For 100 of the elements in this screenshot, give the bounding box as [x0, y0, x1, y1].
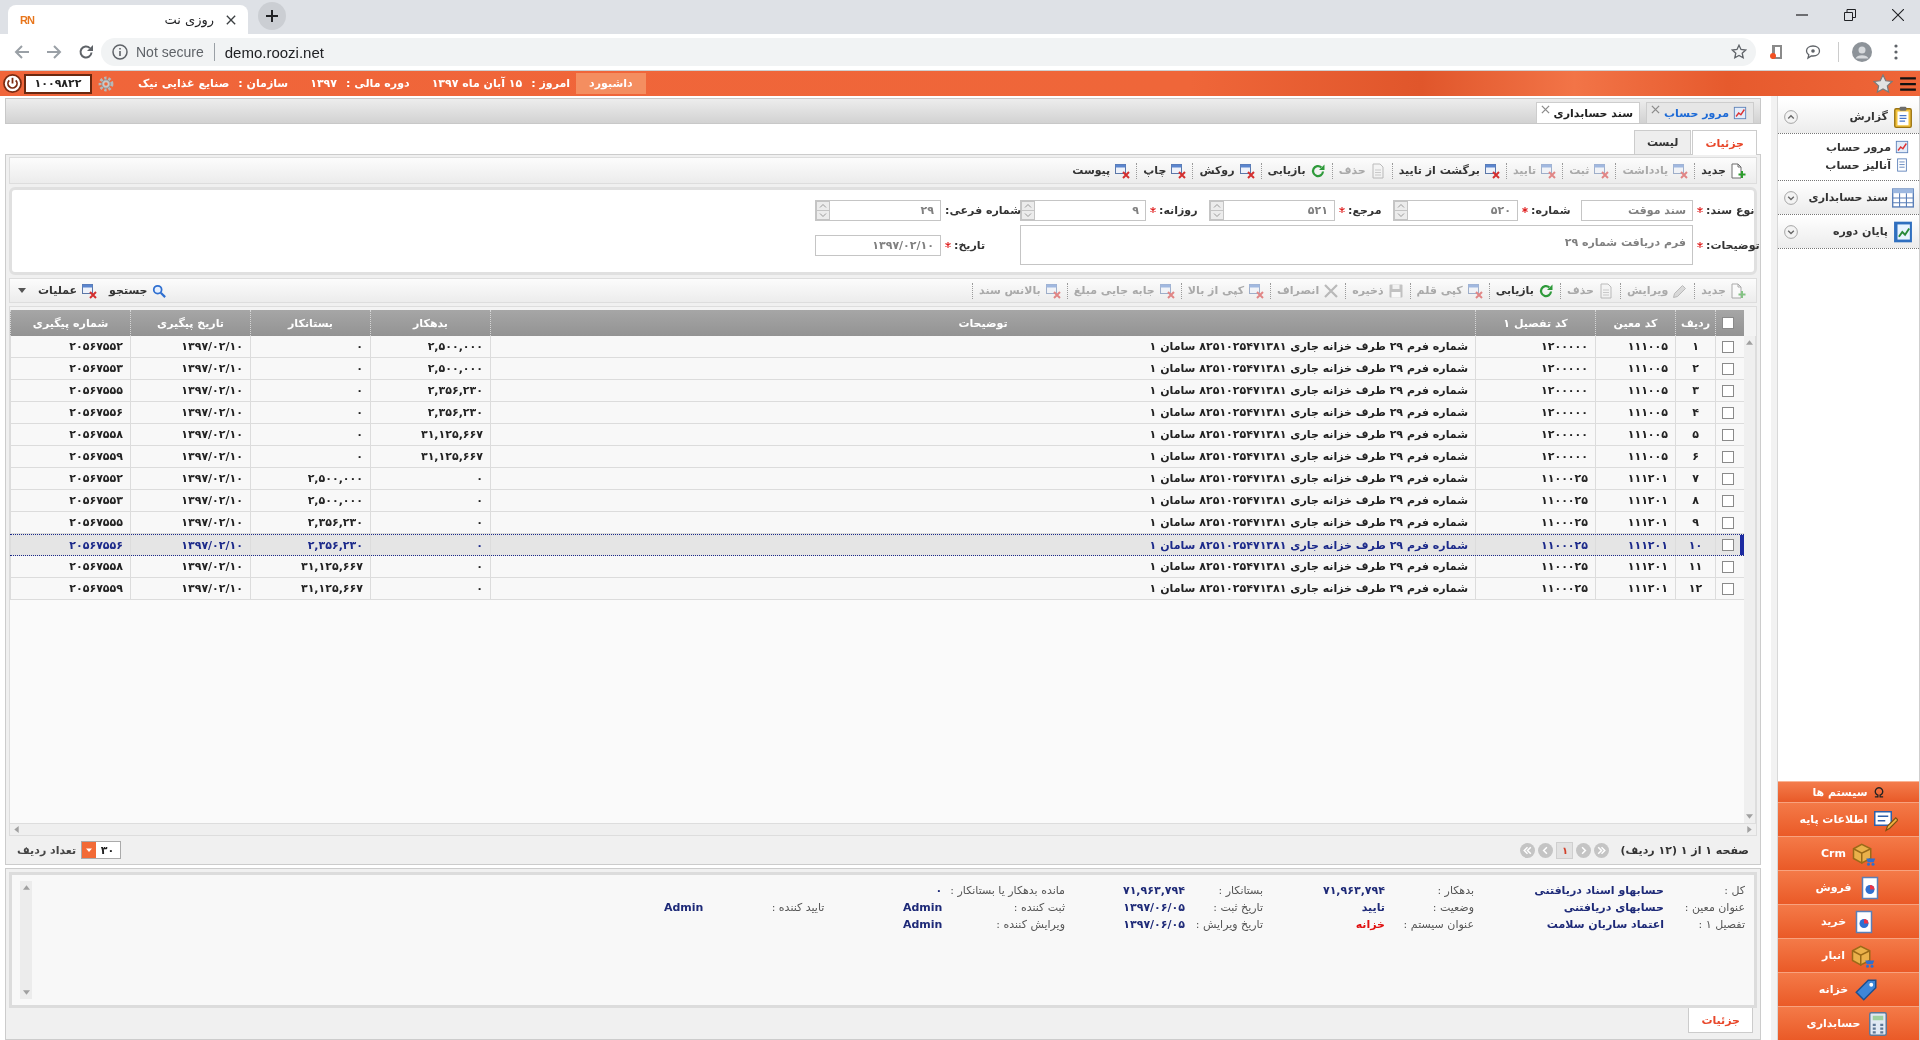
double-chevron-right-icon[interactable] — [1594, 842, 1610, 858]
chevron-down-icon[interactable] — [1784, 224, 1798, 239]
toolbar-button[interactable]: برگشت از تایید — [1392, 160, 1506, 181]
power-icon[interactable] — [3, 74, 22, 93]
table-row[interactable]: ۱۰ ۱۱۱۲۰۱ ۱۱۰۰۰۲۵ شماره فرم ۲۹ طرف خزانه جاری ۸۲۵۱۰۲۵۴۷۱۳۸۱ سامان ۱ ۰ ۲,۳۵۶,۲۳۰ ۱۳۹۷/۰۲/۱۰ ۲۰۵۶۷۵۵۶ — [10, 534, 1744, 556]
row-checkbox[interactable] — [1722, 516, 1734, 529]
restore-icon[interactable] — [1844, 9, 1856, 21]
text-field[interactable]: سند موقت — [1581, 199, 1693, 221]
toolbar-button[interactable]: بازیابی — [1261, 160, 1332, 181]
table-cell: ۱۱۱۲۰۱ — [1595, 490, 1675, 511]
actions-button[interactable]: عملیات — [32, 280, 104, 301]
number-field[interactable]: ۵۲۰ — [1393, 199, 1518, 221]
user-code-field[interactable]: ۱۰۰۹۸۲۲ — [24, 73, 92, 94]
search-button[interactable]: جستجو — [103, 280, 172, 301]
table-row[interactable]: ۱۱ ۱۱۱۲۰۱ ۱۱۰۰۰۲۵ شماره فرم ۲۹ طرف خزانه جاری ۸۲۵۱۰۲۵۴۷۱۳۸۱ سامان ۱ ۰ ۳۱,۱۲۵,۶۶۷ ۱۳۹۷/۰۲/۱۰ ۲۰۵۶۷۵۵۸ — [10, 556, 1744, 578]
table-row[interactable]: ۲ ۱۱۱۰۰۵ ۱۲۰۰۰۰۰ شماره فرم ۲۹ طرف خزانه جاری ۸۲۵۱۰۲۵۴۷۱۳۸۱ سامان ۱ ۲,۵۰۰,۰۰۰ ۰ ۱۳۹۷/۰۲/۱۰ ۲۰۵۶۷۵۵۳ — [10, 358, 1744, 380]
avatar-icon[interactable] — [1852, 42, 1872, 62]
more-icon[interactable] — [1894, 44, 1898, 60]
scroll-down-icon[interactable] — [1746, 814, 1753, 819]
toolbar-button[interactable]: بازیابی — [1489, 280, 1560, 301]
star-icon[interactable] — [1873, 73, 1893, 94]
toolbar-button[interactable]: روکش — [1193, 160, 1261, 181]
system-menu-item[interactable]: انبار — [1778, 938, 1919, 972]
vertical-scrollbar[interactable] — [20, 881, 32, 999]
number-field[interactable]: ۵۲۱ — [1209, 199, 1335, 221]
view-tab[interactable]: جزئیات — [1688, 1008, 1753, 1033]
text-field[interactable]: ۱۳۹۷/۰۲/۱۰ — [815, 234, 941, 256]
caret-icon[interactable] — [18, 288, 26, 293]
sidebar-item[interactable]: مرور حساب — [1778, 138, 1919, 156]
row-checkbox[interactable] — [1722, 428, 1734, 441]
scroll-right-icon[interactable] — [1747, 826, 1752, 833]
scroll-up-icon[interactable] — [1746, 340, 1753, 345]
row-checkbox[interactable] — [1722, 384, 1734, 397]
speech-bubble-icon[interactable] — [1805, 44, 1821, 60]
extension-icon[interactable] — [1769, 44, 1785, 60]
row-checkbox[interactable] — [1722, 362, 1734, 375]
info-icon[interactable] — [112, 44, 128, 60]
system-menu-item[interactable]: حسابداری — [1778, 1006, 1919, 1040]
field-label: توضیحات: — [1706, 238, 1760, 252]
close-icon[interactable] — [1892, 9, 1904, 21]
number-field[interactable]: ۲۹ — [815, 199, 941, 221]
table-row[interactable]: ۷ ۱۱۱۲۰۱ ۱۱۰۰۰۲۵ شماره فرم ۲۹ طرف خزانه جاری ۸۲۵۱۰۲۵۴۷۱۳۸۱ سامان ۱ ۰ ۲,۵۰۰,۰۰۰ ۱۳۹۷/۰۲/۱۰ ۲۰۵۶۷۵۵۲ — [10, 468, 1744, 490]
document-tab[interactable]: سند حسابداری — [1535, 102, 1641, 123]
system-menu-item[interactable]: خزانه — [1778, 972, 1919, 1006]
forward-arrow-icon[interactable] — [46, 44, 62, 60]
bookmark-star-icon[interactable] — [1731, 44, 1747, 60]
table-row[interactable]: ۵ ۱۱۱۰۰۵ ۱۲۰۰۰۰۰ شماره فرم ۲۹ طرف خزانه جاری ۸۲۵۱۰۲۵۴۷۱۳۸۱ سامان ۱ ۳۱,۱۲۵,۶۶۷ ۰ ۱۳۹۷/۰۲/۱۰ ۲۰۵۶۷۵۵۸ — [10, 424, 1744, 446]
system-menu-item[interactable]: اطلاعات پایه — [1778, 802, 1919, 836]
row-checkbox[interactable] — [1722, 472, 1734, 485]
field-label: تاریخ: — [954, 238, 986, 252]
toolbar-button[interactable]: پیوست — [1066, 160, 1137, 181]
row-checkbox[interactable] — [1722, 340, 1734, 353]
page-size-select[interactable]: ۳۰ — [81, 841, 122, 859]
back-arrow-icon[interactable] — [14, 44, 30, 60]
settings-icon[interactable] — [98, 75, 114, 92]
horizontal-scrollbar[interactable] — [9, 824, 1757, 836]
sidebar-item[interactable]: آنالیز حساب — [1778, 156, 1919, 174]
address-bar[interactable]: Not secure demo.roozi.net — [101, 38, 1756, 66]
scroll-left-icon[interactable] — [14, 826, 19, 833]
menu-icon[interactable] — [1899, 74, 1917, 93]
toolbar-button[interactable]: چاپ — [1137, 160, 1193, 181]
table-row[interactable]: ۱۲ ۱۱۱۲۰۱ ۱۱۰۰۰۲۵ شماره فرم ۲۹ طرف خزانه جاری ۸۲۵۱۰۲۵۴۷۱۳۸۱ سامان ۱ ۰ ۳۱,۱۲۵,۶۶۷ ۱۳۹۷/۰۲/۱۰ ۲۰۵۶۷۵۵۹ — [10, 578, 1744, 600]
row-checkbox[interactable] — [1722, 582, 1734, 595]
row-checkbox[interactable] — [1722, 406, 1734, 419]
view-tab[interactable]: جزئیات — [1692, 130, 1757, 155]
table-row[interactable]: ۳ ۱۱۱۰۰۵ ۱۲۰۰۰۰۰ شماره فرم ۲۹ طرف خزانه جاری ۸۲۵۱۰۲۵۴۷۱۳۸۱ سامان ۱ ۲,۳۵۶,۲۳۰ ۰ ۱۳۹۷/۰۲/۱۰ ۲۰۵۶۷۵۵۵ — [10, 380, 1744, 402]
security-status[interactable]: Not secure — [136, 44, 204, 60]
number-field[interactable]: ۹ — [1020, 199, 1146, 221]
system-menu-item[interactable]: خرید — [1778, 904, 1919, 938]
new-tab-icon[interactable] — [258, 1, 286, 30]
view-tab[interactable]: لیست — [1633, 130, 1692, 154]
table-cell: ۱۱۱۲۰۱ — [1595, 512, 1675, 533]
close-icon[interactable] — [226, 14, 236, 25]
dashboard-button[interactable]: داشبورد — [576, 73, 646, 94]
scroll-up-icon[interactable] — [22, 885, 30, 890]
table-row[interactable]: ۹ ۱۱۱۲۰۱ ۱۱۰۰۰۲۵ شماره فرم ۲۹ طرف خزانه جاری ۸۲۵۱۰۲۵۴۷۱۳۸۱ سامان ۱ ۰ ۲,۳۵۶,۲۳۰ ۱۳۹۷/۰۲/۱۰ ۲۰۵۶۷۵۵۵ — [10, 512, 1744, 534]
toolbar-button[interactable]: جدید — [1695, 160, 1752, 181]
system-menu-item[interactable]: فروش — [1778, 870, 1919, 904]
document-tab[interactable]: مرور حساب — [1646, 102, 1754, 123]
text-area[interactable]: فرم دریافت شماره ۲۹ — [1020, 225, 1693, 265]
system-menu-item[interactable]: Crm — [1778, 836, 1919, 870]
select-all-checkbox[interactable] — [1722, 317, 1734, 329]
table-row[interactable]: ۴ ۱۱۱۰۰۵ ۱۲۰۰۰۰۰ شماره فرم ۲۹ طرف خزانه جاری ۸۲۵۱۰۲۵۴۷۱۳۸۱ سامان ۱ ۲,۳۵۶,۲۳۰ ۰ ۱۳۹۷/۰۲/۱۰ ۲۰۵۶۷۵۵۶ — [10, 402, 1744, 424]
table-row[interactable]: ۸ ۱۱۱۲۰۱ ۱۱۰۰۰۲۵ شماره فرم ۲۹ طرف خزانه جاری ۸۲۵۱۰۲۵۴۷۱۳۸۱ سامان ۱ ۰ ۲,۵۰۰,۰۰۰ ۱۳۹۷/۰۲/۱۰ ۲۰۵۶۷۵۵۳ — [10, 490, 1744, 512]
chevron-up-icon[interactable] — [1784, 109, 1798, 124]
table-row[interactable]: ۱ ۱۱۱۰۰۵ ۱۲۰۰۰۰۰ شماره فرم ۲۹ طرف خزانه جاری ۸۲۵۱۰۲۵۴۷۱۳۸۱ سامان ۱ ۲,۵۰۰,۰۰۰ ۰ ۱۳۹۷/۰۲/۱۰ ۲۰۵۶۷۵۵۲ — [10, 336, 1744, 358]
document-icon — [1597, 282, 1614, 299]
row-checkbox[interactable] — [1722, 450, 1734, 463]
chevron-down-icon[interactable] — [1784, 190, 1798, 205]
page-button[interactable]: ۱ — [1556, 841, 1574, 859]
table-row[interactable]: ۶ ۱۱۱۰۰۵ ۱۲۰۰۰۰۰ شماره فرم ۲۹ طرف خزانه جاری ۸۲۵۱۰۲۵۴۷۱۳۸۱ سامان ۱ ۳۱,۱۲۵,۶۶۷ ۰ ۱۳۹۷/۰۲/۱۰ ۲۰۵۶۷۵۵۹ — [10, 446, 1744, 468]
scroll-down-icon[interactable] — [22, 990, 30, 995]
row-checkbox[interactable] — [1722, 494, 1734, 507]
vertical-scrollbar[interactable] — [1744, 336, 1756, 823]
row-checkbox[interactable] — [1722, 539, 1734, 551]
row-checkbox[interactable] — [1722, 560, 1734, 573]
double-chevron-left-icon[interactable] — [1520, 842, 1536, 858]
pager-summary: صفحه ۱ از ۱ (۱۲ ردیف) — [1620, 843, 1749, 857]
table-cell: ۱۳۹۷/۰۲/۱۰ — [130, 446, 250, 467]
reload-icon[interactable] — [78, 44, 94, 60]
